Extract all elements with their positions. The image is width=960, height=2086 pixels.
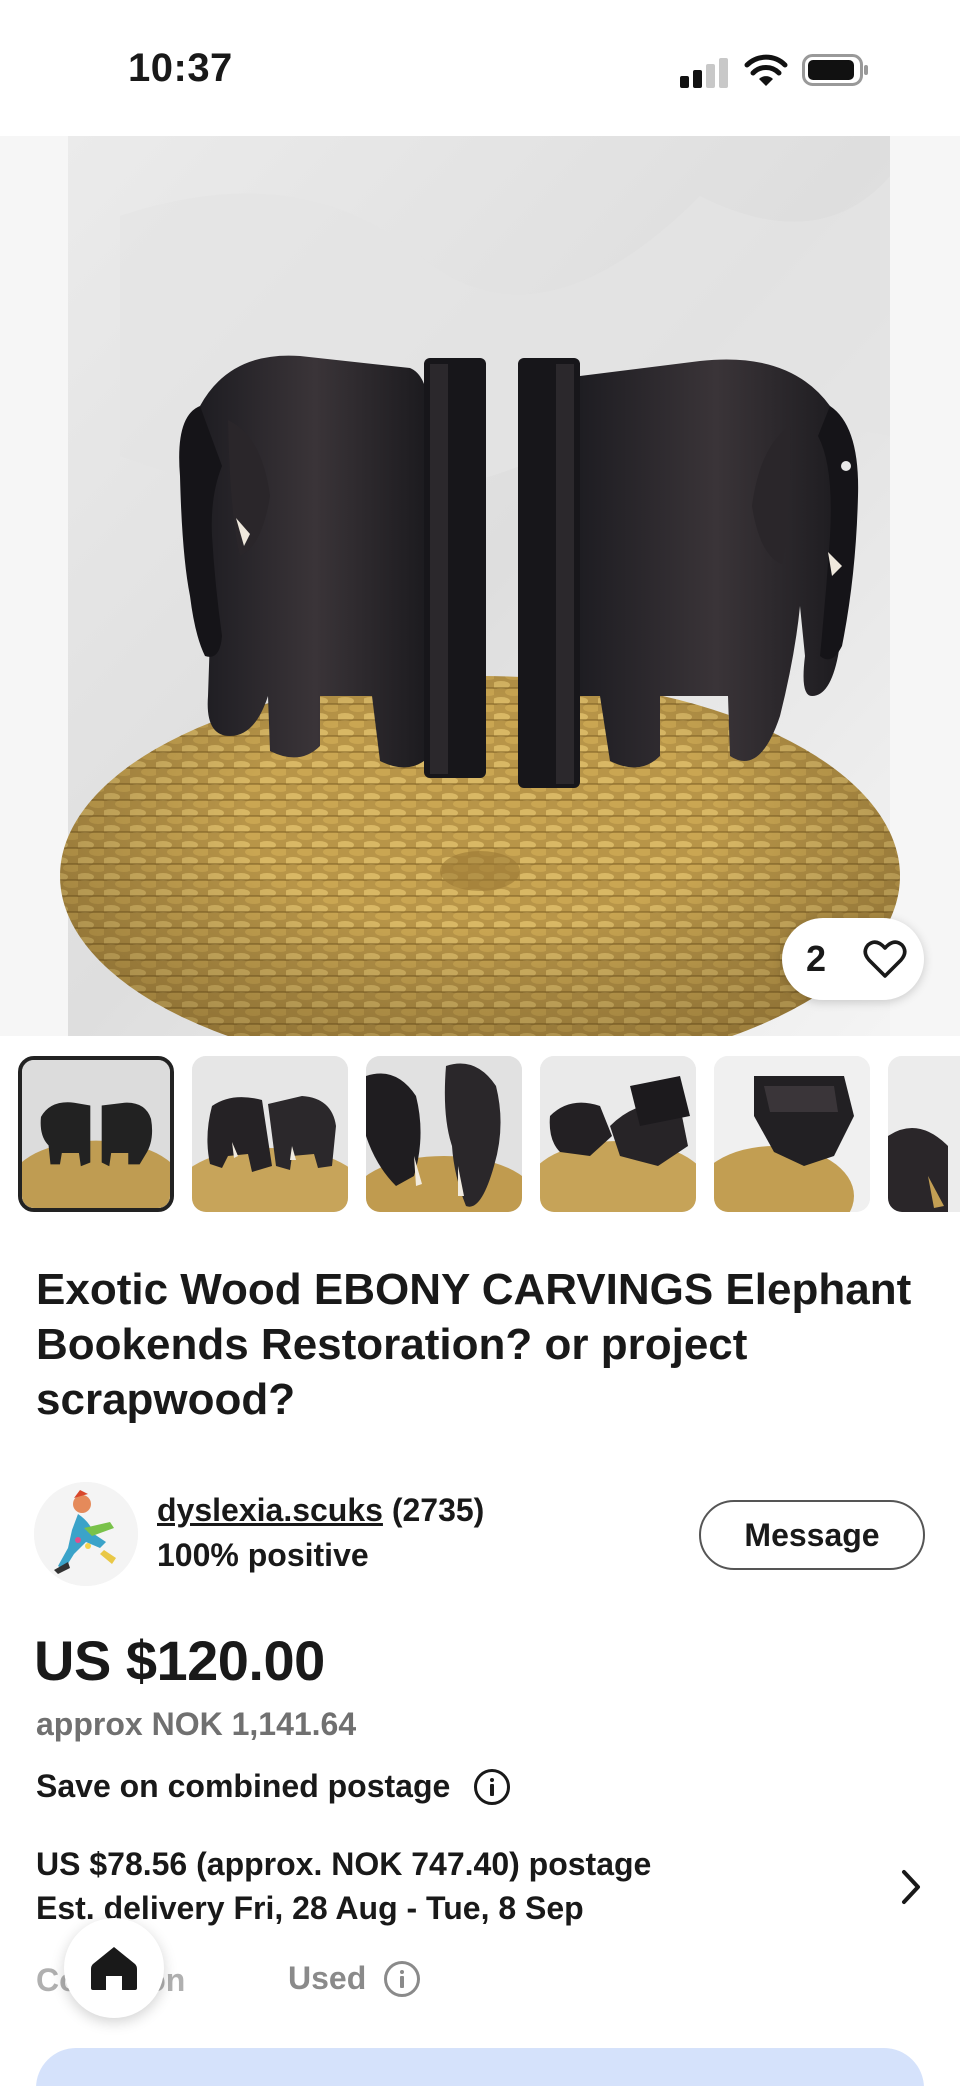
thumbnail-4[interactable]	[540, 1056, 696, 1212]
seller-info: dyslexia.scuks (2735)	[157, 1492, 484, 1529]
seller-positive-feedback: 100% positive	[157, 1537, 369, 1573]
thumbnail-5[interactable]	[714, 1056, 870, 1212]
seller-name-link[interactable]: dyslexia.scuks	[157, 1492, 383, 1528]
message-seller-button[interactable]: Message	[699, 1500, 925, 1570]
wifi-icon	[744, 54, 788, 86]
combined-postage-text: Save on combined postage	[36, 1768, 451, 1804]
status-time: 10:37	[128, 46, 233, 90]
thumbnail-1[interactable]	[18, 1056, 174, 1212]
home-icon	[91, 1947, 137, 1990]
estimated-delivery: Est. delivery Fri, 28 Aug - Tue, 8 Sep	[36, 1890, 584, 1926]
watch-button[interactable]: 2	[782, 918, 924, 1000]
seller-feedback-count: (2735)	[391, 1492, 485, 1528]
seller-avatar[interactable]	[34, 1482, 138, 1586]
thumbnail-strip[interactable]	[0, 1052, 960, 1216]
chevron-right-icon	[902, 1870, 920, 1904]
info-icon[interactable]	[474, 1768, 511, 1805]
cellular-signal-icon	[680, 56, 730, 88]
listing-title: Exotic Wood EBONY CARVINGS Elephant Book…	[36, 1265, 912, 1424]
thumbnail-6[interactable]	[888, 1056, 960, 1212]
home-button[interactable]	[64, 1918, 164, 2018]
buy-it-now-button[interactable]	[36, 2048, 924, 2086]
watch-count: 2	[806, 938, 827, 979]
price-approx-local: approx NOK 1,141.64	[36, 1706, 357, 1742]
combined-postage-row[interactable]: Save on combined postage	[36, 1768, 511, 1805]
postage-cost: US $78.56 (approx. NOK 747.40) postage	[36, 1846, 652, 1882]
shipping-row[interactable]: US $78.56 (approx. NOK 747.40) postage E…	[36, 1842, 920, 1932]
condition-value: Used	[288, 1960, 367, 1996]
battery-icon	[802, 54, 868, 86]
thumbnail-3[interactable]	[366, 1056, 522, 1212]
price: US $120.00	[34, 1629, 325, 1692]
condition-row[interactable]: Used	[288, 1960, 421, 1997]
thumbnail-2[interactable]	[192, 1056, 348, 1212]
main-product-image[interactable]	[0, 136, 960, 1036]
condition-info-icon[interactable]	[384, 1960, 421, 1997]
heart-outline-icon	[863, 940, 907, 978]
status-bar: 10:37	[0, 0, 960, 136]
